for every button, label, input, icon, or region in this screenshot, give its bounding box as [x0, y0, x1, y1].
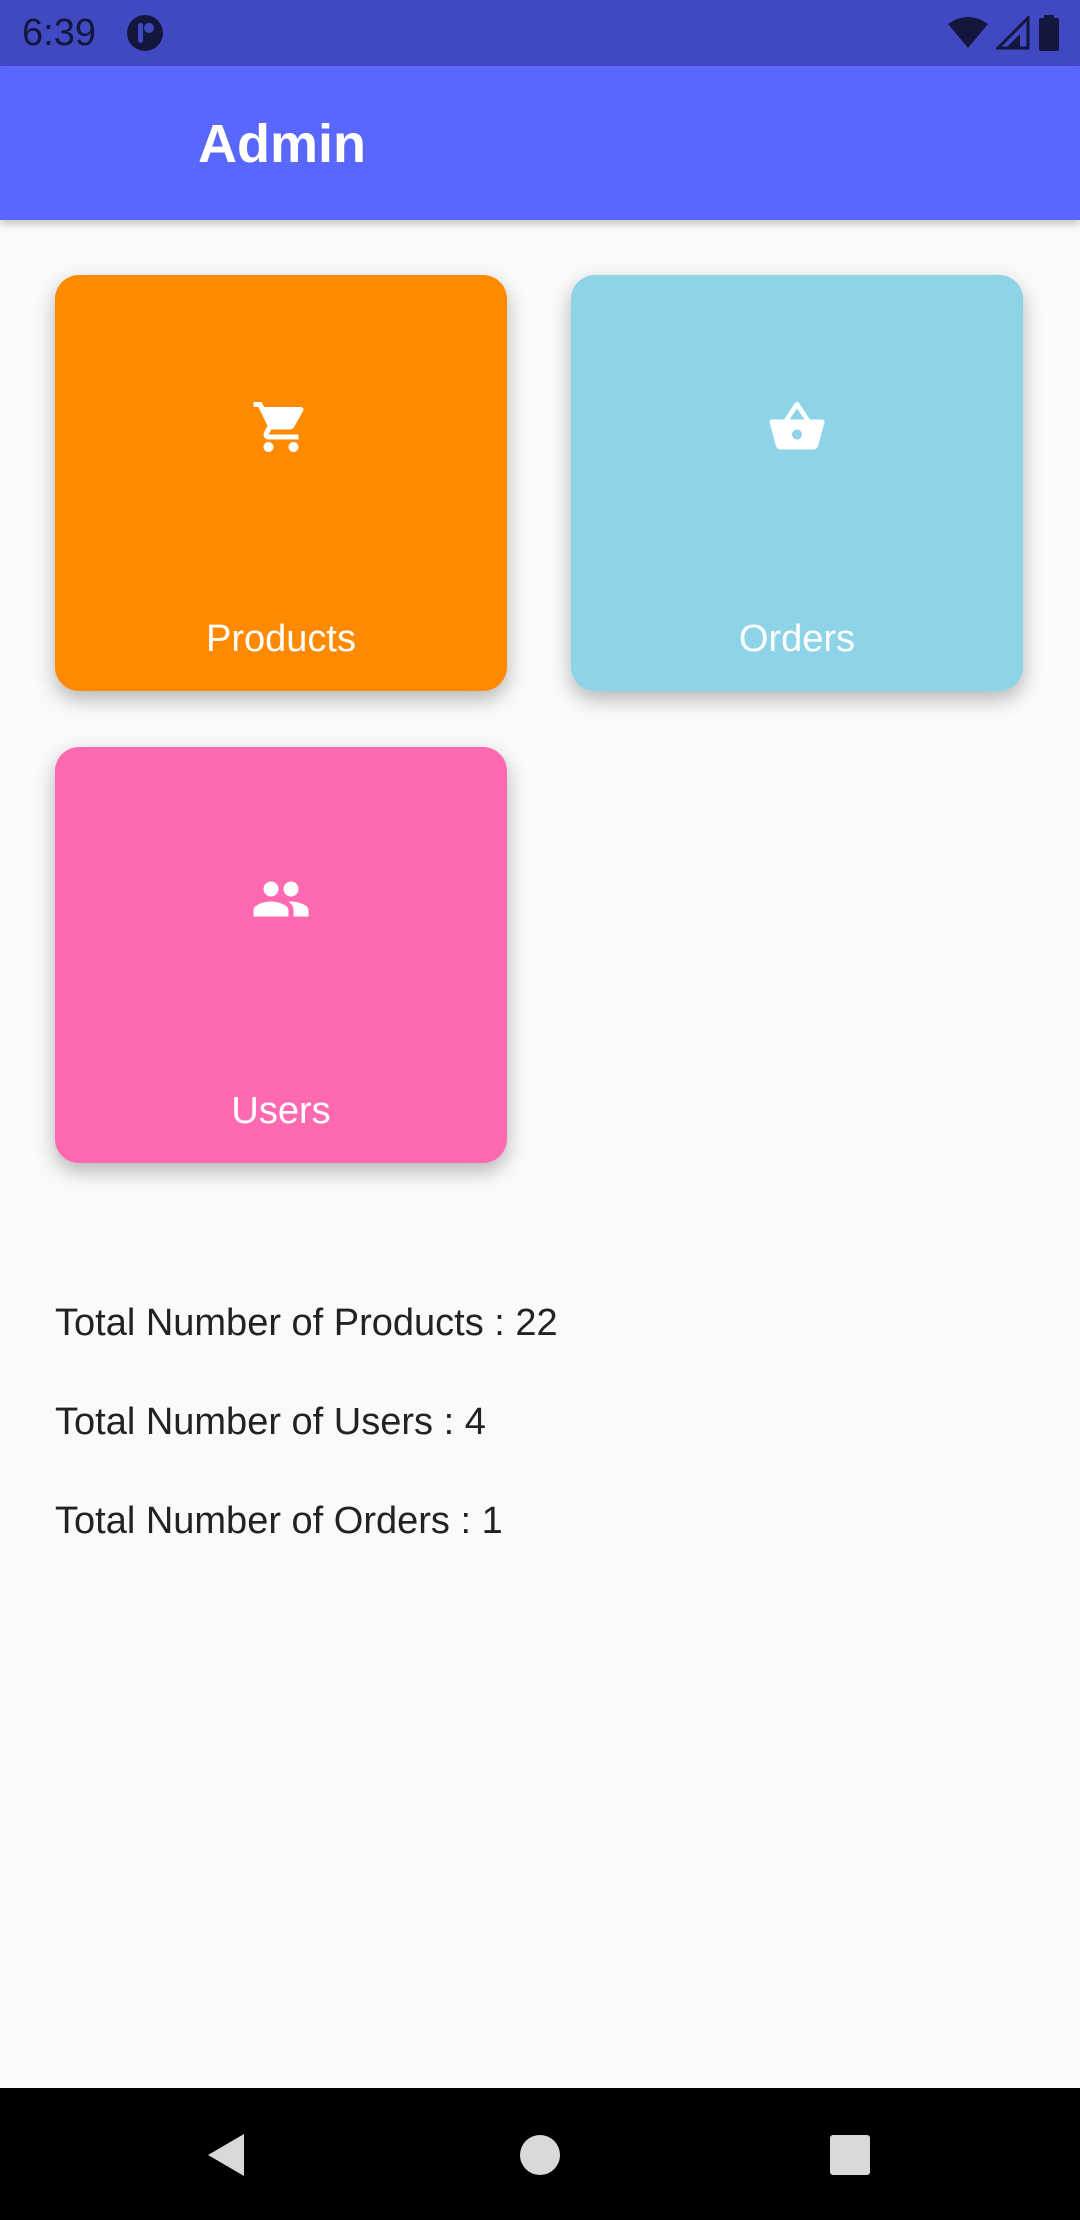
wifi-icon	[948, 17, 988, 48]
users-tile[interactable]: Users	[55, 747, 507, 1163]
orders-tile-label: Orders	[738, 618, 856, 660]
signal-icon	[996, 16, 1030, 50]
total-products-text: Total Number of Products : 22	[55, 1302, 558, 1344]
products-tile-label: Products	[206, 618, 356, 660]
recent-apps-icon[interactable]	[825, 2130, 875, 2180]
status-right-icons	[948, 14, 1060, 52]
users-icon	[253, 881, 309, 917]
total-orders-text: Total Number of Orders : 1	[55, 1500, 503, 1542]
orders-tile[interactable]: Orders	[571, 275, 1023, 691]
battery-icon	[1039, 15, 1059, 51]
notification-app-icon	[127, 15, 163, 51]
status-bar: 6:39	[0, 0, 1080, 66]
navigation-bar	[0, 2088, 1080, 2220]
users-tile-label: Users	[231, 1090, 331, 1132]
page-title: Admin	[198, 114, 366, 174]
status-time: 6:39	[22, 12, 96, 54]
basket-icon	[769, 402, 825, 450]
total-users-text: Total Number of Users : 4	[55, 1401, 486, 1443]
products-tile[interactable]: Products	[55, 275, 507, 691]
app-bar: Admin	[0, 66, 1080, 220]
home-icon[interactable]	[515, 2130, 565, 2180]
back-icon[interactable]	[202, 2130, 252, 2180]
shopping-cart-icon	[253, 402, 304, 452]
